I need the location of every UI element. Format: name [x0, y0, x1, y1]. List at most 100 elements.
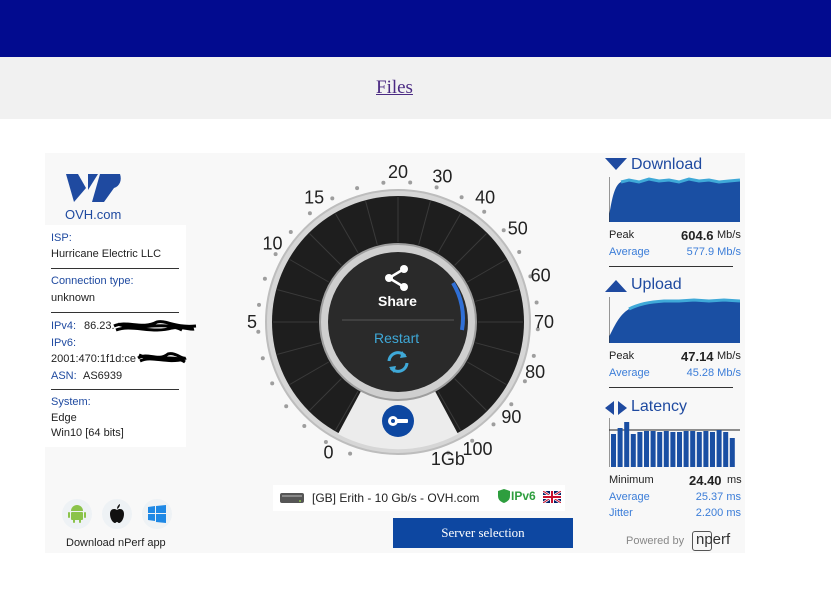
gauge-tick-dot — [531, 353, 536, 358]
upload-arrow-icon — [605, 280, 627, 292]
gauge-tick-dot — [262, 276, 267, 281]
asn-label: ASN: — [51, 370, 77, 382]
divider — [51, 389, 179, 390]
gauge-tick-label: 15 — [304, 188, 324, 208]
system-os: Win10 [64 bits] — [51, 427, 124, 439]
gauge-tick-label: 0 — [323, 443, 333, 463]
apple-icon — [110, 504, 124, 523]
gauge-tick-dot — [348, 451, 353, 456]
latency-bar — [670, 432, 676, 467]
server-selection-button[interactable]: Server selection — [393, 518, 573, 548]
latency-bar — [729, 438, 735, 467]
gauge-tick-dot — [381, 180, 386, 185]
gauge-tick-label: 90 — [501, 407, 521, 427]
ipv4-value: 86.23. — [84, 320, 115, 332]
latency-bar — [723, 432, 729, 467]
download-app-label: Download nPerf app — [66, 537, 166, 549]
gauge-tick-dot — [491, 422, 496, 427]
windows-app-button[interactable] — [142, 499, 172, 529]
share-icon[interactable] — [383, 264, 411, 292]
ipv6-label: IPv6: — [51, 337, 77, 349]
gauge-tick-dot — [270, 381, 275, 386]
download-title: Download — [631, 156, 703, 173]
isp-value: Hurricane Electric LLC — [51, 248, 162, 260]
divider — [609, 387, 733, 388]
share-button[interactable]: Share — [378, 293, 417, 309]
latency-bar — [630, 434, 636, 467]
upload-peak-label: Peak — [609, 350, 635, 362]
restart-icon[interactable] — [384, 348, 412, 376]
system-label: System: — [51, 396, 91, 408]
latency-jitter-value: 2.200 ms — [695, 507, 741, 519]
gauge-tick-dot — [482, 209, 487, 214]
gauge-tick-label: 5 — [247, 312, 257, 332]
brand-text: OVH.com — [65, 207, 122, 222]
redaction-scribble — [113, 320, 197, 332]
latency-bar — [617, 428, 623, 467]
latency-bar — [611, 434, 616, 467]
gauge-tick-label: 10 — [262, 234, 282, 254]
android-icon — [68, 505, 86, 523]
system-browser: Edge — [51, 412, 77, 424]
gauge-tick-label: 100 — [462, 439, 492, 459]
gauge-tick-label: 50 — [508, 218, 528, 238]
latency-bar — [710, 432, 715, 467]
gauge-tick-label: 20 — [388, 162, 408, 182]
ipv6-value: 2001:470:1f1d:ce — [51, 353, 137, 365]
settings-tool-button[interactable] — [382, 405, 414, 437]
gauge-tick-dot — [534, 300, 539, 305]
uk-flag-icon — [543, 491, 561, 503]
latency-jitter-label: Jitter — [609, 507, 633, 519]
gauge-tick-dot — [355, 186, 360, 191]
latency-average-value: 25.37 ms — [695, 491, 741, 503]
gauge-tick-label: 60 — [531, 266, 551, 286]
latency-bar — [716, 430, 722, 467]
latency-bar — [637, 432, 643, 467]
ipv4-label: IPv4: — [51, 320, 77, 332]
top-header-bar — [0, 0, 831, 57]
divider — [609, 266, 733, 267]
latency-bar — [703, 431, 709, 467]
divider — [51, 268, 179, 269]
gauge-tick-dot — [408, 180, 413, 185]
latency-bar — [663, 431, 669, 467]
latency-bar — [677, 432, 682, 467]
latency-minimum-label: Minimum — [609, 474, 654, 486]
ovh-logo-icon — [66, 174, 121, 202]
android-app-button[interactable] — [62, 499, 92, 529]
ios-app-button[interactable] — [102, 499, 132, 529]
connection-type-value: unknown — [51, 292, 96, 304]
isp-label: ISP: — [51, 232, 72, 244]
upload-graph — [609, 297, 740, 343]
latency-minimum-value: 24.40 — [689, 473, 722, 488]
latency-arrows-icon — [605, 401, 627, 415]
latency-bar — [690, 431, 696, 467]
upload-average-value: 45.28 Mb/s — [686, 367, 741, 379]
download-graph — [609, 177, 740, 222]
latency-title: Latency — [631, 398, 688, 415]
download-average-label: Average — [609, 246, 650, 258]
server-name: [GB] Erith - 10 Gb/s - OVH.com — [312, 491, 480, 505]
latency-minimum-unit: ms — [727, 474, 742, 486]
latency-bar — [696, 432, 702, 467]
latency-bar — [624, 422, 630, 467]
wrench-icon — [388, 416, 408, 426]
gauge-tick-dot — [501, 228, 506, 233]
ipv6-shield-icon — [498, 489, 510, 503]
nperf-logo-text[interactable]: nperf — [696, 531, 730, 548]
gauge-tick-dot — [284, 404, 289, 409]
powered-by-label: Powered by — [626, 535, 685, 547]
latency-bar — [657, 432, 663, 467]
gauge-tick-dot — [509, 402, 514, 407]
download-peak-value: 604.6 — [681, 228, 714, 243]
gauge-tick-dot — [517, 250, 522, 254]
gauge-tick-label: 30 — [432, 167, 452, 187]
upload-peak-value: 47.14 — [681, 349, 714, 364]
server-icon — [280, 493, 304, 503]
latency-bar — [650, 431, 656, 467]
gauge-tick-label: 40 — [475, 188, 495, 208]
restart-button[interactable]: Restart — [374, 330, 419, 346]
upload-title: Upload — [631, 276, 682, 293]
upload-average-label: Average — [609, 367, 650, 379]
files-link[interactable]: Files — [376, 77, 413, 99]
